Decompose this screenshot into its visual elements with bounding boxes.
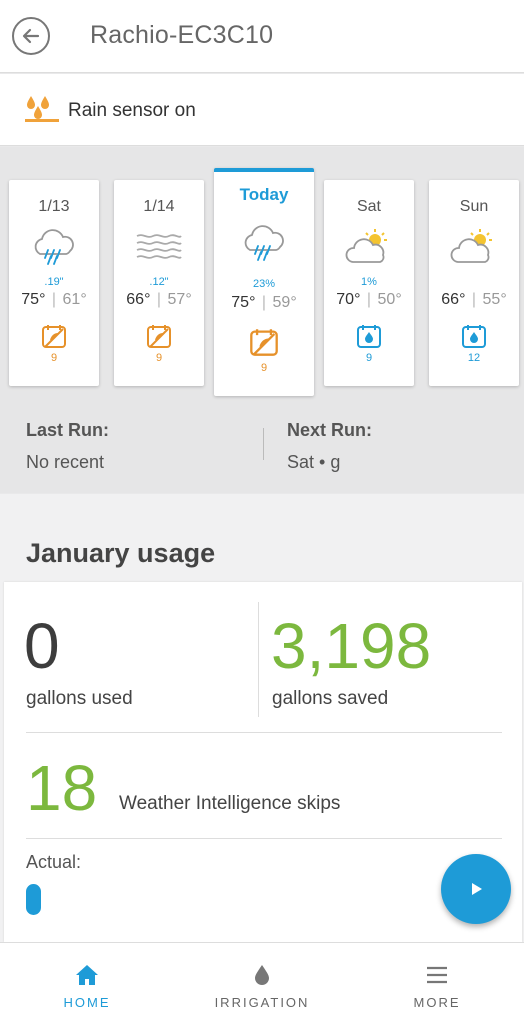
temperature-range: 66° | 55°: [441, 291, 507, 308]
section-divider: [26, 732, 502, 733]
play-icon: [472, 883, 482, 895]
high-temp: 70°: [336, 291, 361, 308]
high-temp: 75°: [21, 291, 46, 308]
temperature-range: 70° | 50°: [336, 291, 402, 308]
high-temp: 66°: [126, 291, 151, 308]
gallons-saved-value: 3,198: [271, 610, 432, 682]
water-drop-calendar-icon: [356, 323, 382, 349]
fog-icon: [133, 226, 185, 270]
usage-title: January usage: [26, 538, 216, 568]
skips-value: 18: [26, 752, 98, 824]
section-divider: [26, 838, 502, 839]
last-run-value: No recent: [26, 452, 105, 472]
back-arrow-icon[interactable]: [12, 17, 50, 55]
zone-count: 9: [260, 362, 268, 374]
zone-count: 9: [50, 352, 58, 364]
forecast-day-5[interactable]: Sun 66° | 55° 12: [429, 180, 519, 386]
home-icon: [74, 963, 100, 987]
temperature-range: 75° | 59°: [231, 294, 297, 311]
actual-label: Actual:: [26, 852, 82, 872]
next-run-label: Next Run:: [287, 420, 372, 440]
forecast-day-1[interactable]: 1/13 .19" 75° | 61° 9: [9, 180, 99, 386]
partly-cloudy-icon: [343, 226, 395, 270]
precip-value: .19": [44, 276, 64, 288]
low-temp: 61°: [62, 291, 87, 308]
high-temp: 75°: [231, 294, 256, 311]
gallons-used-label: gallons used: [26, 688, 133, 709]
nav-label: MORE: [413, 995, 461, 1010]
water-drop-calendar-icon: [461, 323, 487, 349]
run-divider: [263, 428, 264, 460]
nav-more[interactable]: MORE: [350, 943, 524, 1019]
high-temp: 66°: [441, 291, 466, 308]
menu-icon: [424, 963, 450, 987]
zone-count: 12: [467, 352, 481, 364]
low-temp: 55°: [482, 291, 507, 308]
day-label: Sun: [459, 198, 489, 215]
gallons-used-value: 0: [24, 610, 60, 682]
app-header: Rachio-EC3C10: [0, 0, 524, 73]
rain-cloud-icon: [238, 222, 290, 266]
day-label: 1/14: [143, 198, 175, 215]
nav-label: IRRIGATION: [214, 995, 310, 1010]
gallons-saved-label: gallons saved: [272, 688, 389, 709]
forecast-day-2[interactable]: 1/14 .12" 66° | 57° 9: [114, 180, 204, 386]
skip-calendar-icon: [249, 327, 279, 357]
precip-value: 23%: [252, 278, 276, 290]
rain-sensor-icon: [24, 94, 60, 126]
zone-count: 9: [155, 352, 163, 364]
nav-home[interactable]: HOME: [0, 943, 174, 1019]
skips-label: Weather Intelligence skips: [119, 793, 341, 814]
page-title: Rachio-EC3C10: [90, 21, 274, 49]
skip-calendar-icon: [41, 323, 67, 349]
actual-usage-bar: [26, 884, 41, 915]
rain-cloud-icon: [28, 226, 80, 270]
precip-value: 1%: [361, 276, 377, 288]
skip-calendar-icon: [146, 323, 172, 349]
nav-label: HOME: [63, 995, 111, 1010]
forecast-day-4[interactable]: Sat 1% 70° | 50° 9: [324, 180, 414, 386]
day-label: Today: [239, 185, 289, 204]
precip-value: .12": [149, 276, 169, 288]
bottom-navigation: HOME IRRIGATION MORE: [0, 942, 524, 1019]
day-label: 1/13: [38, 198, 70, 215]
day-label: Sat: [356, 198, 381, 215]
stat-divider: [258, 602, 259, 717]
forecast-day-today[interactable]: Today 23% 75° | 59° 9: [214, 168, 314, 396]
quick-run-button[interactable]: [441, 854, 511, 924]
rain-sensor-banner[interactable]: Rain sensor on: [0, 74, 524, 146]
low-temp: 50°: [377, 291, 402, 308]
zone-count: 9: [365, 352, 373, 364]
partly-cloudy-icon: [448, 226, 500, 270]
low-temp: 57°: [167, 291, 192, 308]
last-run-label: Last Run:: [26, 420, 109, 440]
drop-icon: [249, 963, 275, 987]
nav-irrigation[interactable]: IRRIGATION: [175, 943, 349, 1019]
rain-sensor-status: Rain sensor on: [68, 100, 196, 121]
temperature-range: 75° | 61°: [21, 291, 87, 308]
low-temp: 59°: [272, 294, 297, 311]
temperature-range: 66° | 57°: [126, 291, 192, 308]
next-run-value[interactable]: Sat • g: [287, 452, 340, 473]
